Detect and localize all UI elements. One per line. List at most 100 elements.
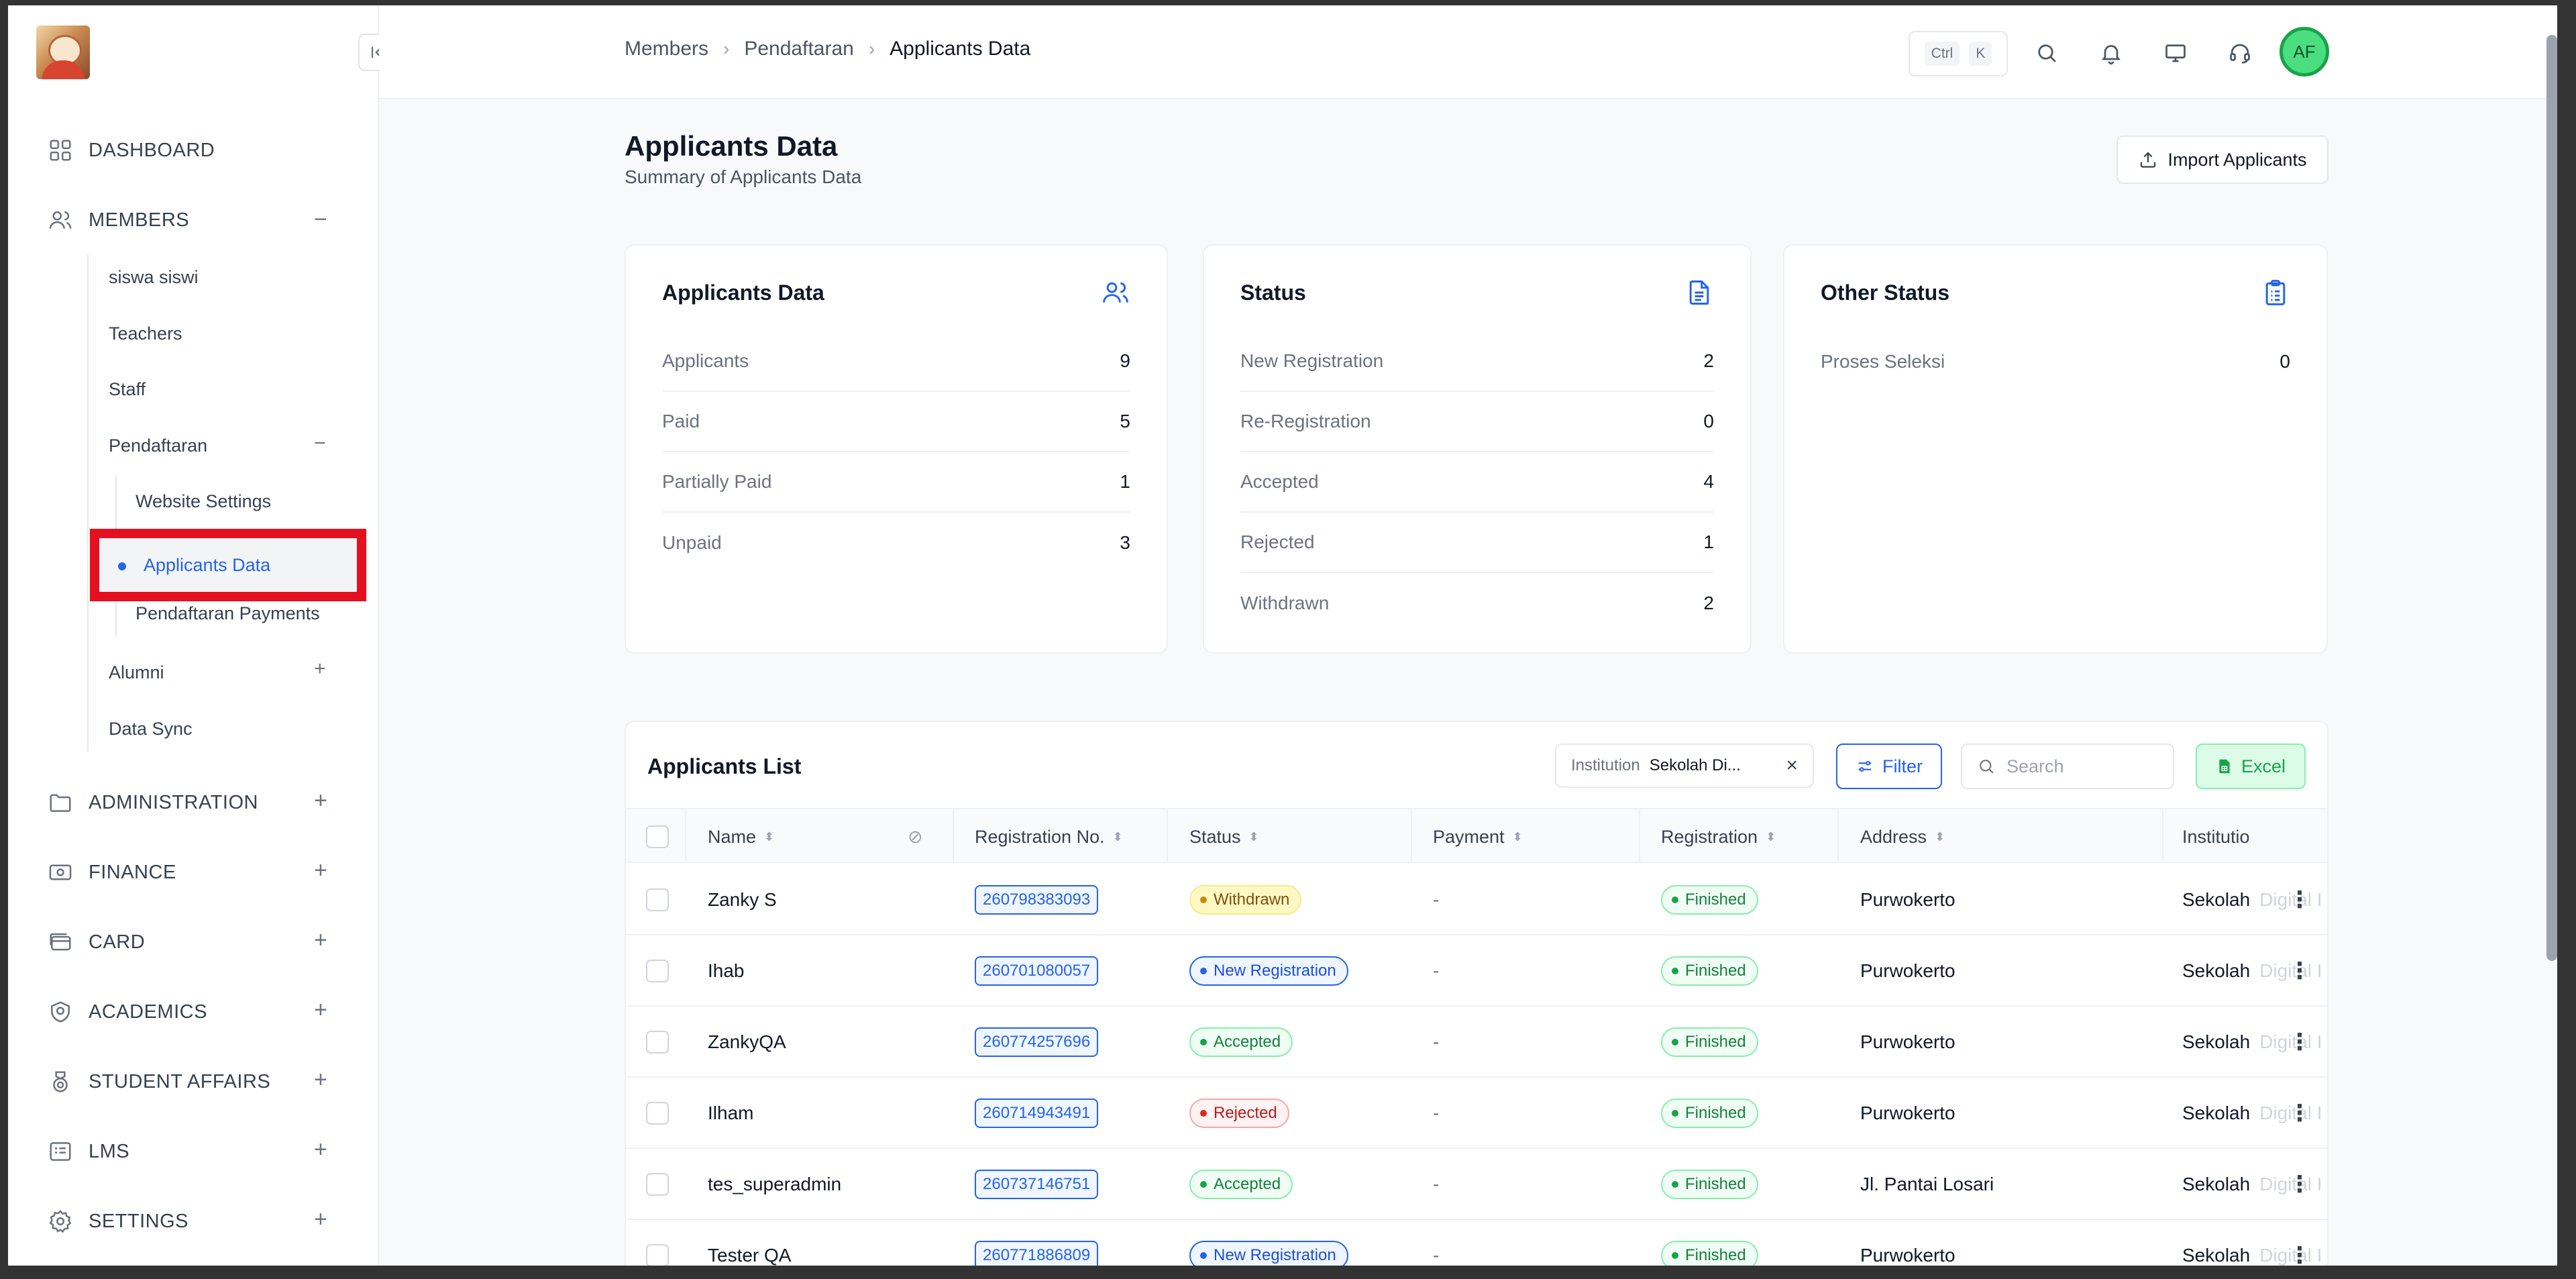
row-actions-icon[interactable]: ⋮ — [2288, 1220, 2311, 1266]
column-header-payment[interactable]: Payment ⬍ — [1433, 809, 1523, 864]
applicant-name[interactable]: Ilham — [708, 1078, 753, 1149]
table-header: Name ⬍ ⊘ Registration No. ⬍ Status ⬍ Paymen… — [626, 808, 2327, 863]
column-header-institution[interactable]: Institutio — [2182, 809, 2250, 864]
stat-value: 1 — [1703, 531, 1714, 552]
sidebar-item-teachers[interactable]: Teachers — [109, 323, 182, 344]
row-actions-icon[interactable]: ⋮ — [2288, 935, 2311, 1007]
row-actions-icon[interactable]: ⋮ — [2288, 1078, 2311, 1149]
status-badge: New Registration — [1189, 956, 1348, 986]
institution-filter-chip[interactable]: Institution Sekolah Di... × — [1555, 744, 1814, 788]
select-all-checkbox[interactable] — [646, 809, 669, 864]
members-collapse-toggle[interactable]: − — [314, 207, 327, 233]
column-header-name[interactable]: Name ⬍ — [708, 809, 774, 864]
stat-row: New Registration 2 — [1240, 331, 1714, 392]
sidebar-item-staff[interactable]: Staff — [109, 379, 146, 400]
row-checkbox[interactable] — [646, 1149, 669, 1220]
row-actions-icon[interactable]: ⋮ — [2288, 1007, 2311, 1078]
user-avatar[interactable]: AF — [2279, 27, 2329, 76]
sidebar-item-student-affairs[interactable]: STUDENT AFFAIRS — [47, 1068, 270, 1095]
card-expand-toggle[interactable]: + — [314, 927, 327, 954]
registration-number[interactable]: 260701080057 — [975, 956, 1099, 986]
import-applicants-button[interactable]: Import Applicants — [2116, 136, 2328, 184]
sidebar-item-data-sync[interactable]: Data Sync — [109, 719, 193, 739]
school-logo[interactable] — [36, 25, 90, 79]
row-checkbox[interactable] — [646, 864, 669, 935]
stat-label: Partially Paid — [662, 471, 772, 492]
search-input[interactable]: Search — [1961, 744, 2174, 789]
table-row[interactable]: ZankyQA 260774257696 Accepted - Finished Purw… — [626, 1007, 2327, 1078]
sidebar-item-academics[interactable]: ACADEMICS — [47, 999, 207, 1025]
sidebar-item-website-settings[interactable]: Website Settings — [136, 491, 271, 512]
row-checkbox[interactable] — [646, 1078, 669, 1149]
row-checkbox[interactable] — [646, 1007, 669, 1078]
column-label: Name — [708, 826, 757, 847]
column-header-registration-no[interactable]: Registration No. ⬍ — [975, 809, 1123, 864]
applicant-name[interactable]: Tester QA — [708, 1220, 791, 1266]
sidebar-item-pendaftaran[interactable]: Pendaftaran — [109, 436, 207, 456]
table-row[interactable]: Ihab 260701080057 New Registration - Finishe… — [626, 935, 2327, 1007]
sidebar-item-administration[interactable]: ADMINISTRATION — [47, 789, 258, 816]
student-affairs-expand-toggle[interactable]: + — [314, 1067, 327, 1093]
page-scrollbar[interactable] — [2546, 35, 2557, 961]
settings-expand-toggle[interactable]: + — [314, 1207, 327, 1233]
pin-off-icon[interactable]: ⊘ — [908, 809, 923, 864]
column-header-status[interactable]: Status ⬍ — [1189, 809, 1259, 864]
sidebar-item-dashboard[interactable]: DASHBOARD — [47, 137, 215, 164]
pendaftaran-collapse-toggle[interactable]: − — [314, 432, 326, 455]
command-palette-shortcut[interactable]: Ctrl K — [1909, 31, 2008, 76]
administration-expand-toggle[interactable]: + — [314, 788, 327, 814]
monitor-icon[interactable] — [2161, 39, 2190, 67]
sort-icon: ⬍ — [1935, 829, 1945, 843]
headset-icon[interactable] — [2226, 39, 2254, 67]
table-row[interactable]: Tester QA 260771886809 New Registration - Fi… — [626, 1220, 2327, 1266]
list-title: Applicants List — [647, 754, 802, 778]
sidebar-item-settings[interactable]: SETTINGS — [47, 1208, 189, 1235]
table-row[interactable]: tes_superadmin 260737146751 Accepted - Finis… — [626, 1149, 2327, 1220]
table-row[interactable]: Zanky S 260798383093 Withdrawn - Finished Pur… — [626, 864, 2327, 935]
registration-number[interactable]: 260774257696 — [975, 1027, 1099, 1057]
filter-button[interactable]: Filter — [1836, 744, 1942, 789]
bell-icon[interactable] — [2097, 39, 2125, 67]
breadcrumb-members[interactable]: Members — [625, 38, 708, 60]
registration-number[interactable]: 260737146751 — [975, 1170, 1099, 1199]
row-checkbox[interactable] — [646, 1220, 669, 1266]
sidebar-item-siswa[interactable]: siswa siswi — [109, 267, 199, 288]
alumni-expand-toggle[interactable]: + — [314, 658, 326, 680]
row-actions-icon[interactable]: ⋮ — [2288, 1149, 2311, 1220]
registration-cell: Finished — [1661, 1078, 1758, 1149]
sidebar-item-pendaftaran-payments[interactable]: Pendaftaran Payments — [136, 603, 320, 624]
address-value: Purwokerto — [1860, 1103, 1955, 1123]
payment-value: - — [1433, 889, 1440, 910]
applicant-name[interactable]: Zanky S — [708, 864, 777, 935]
sidebar-item-members[interactable]: MEMBERS — [47, 207, 189, 234]
close-icon[interactable]: × — [1786, 754, 1798, 777]
search-icon[interactable] — [2033, 39, 2061, 67]
sidebar-item-card[interactable]: CARD — [47, 929, 145, 956]
registration-number[interactable]: 260771886809 — [975, 1241, 1099, 1266]
sidebar-item-lms[interactable]: LMS — [47, 1138, 129, 1165]
sidebar-item-applicants-data[interactable]: Applicants Data — [99, 538, 357, 592]
sidebar-item-alumni[interactable]: Alumni — [109, 662, 164, 683]
applicant-name[interactable]: tes_superadmin — [708, 1149, 841, 1220]
applicants-list-panel: Applicants List Institution Sekolah Di..… — [625, 721, 2328, 1266]
registration-status-badge: Finished — [1661, 1027, 1758, 1057]
applicant-name[interactable]: Ihab — [708, 935, 745, 1007]
table-row[interactable]: Ilham 260714943491 Rejected - Finished Purwok… — [626, 1078, 2327, 1149]
finance-expand-toggle[interactable]: + — [314, 858, 327, 884]
registration-label: Finished — [1685, 962, 1746, 980]
stat-row: Withdrawn 2 — [1240, 573, 1714, 633]
sidebar-item-finance[interactable]: FINANCE — [47, 859, 176, 886]
row-checkbox[interactable] — [646, 935, 669, 1007]
excel-export-button[interactable]: Excel — [2196, 744, 2306, 789]
lms-expand-toggle[interactable]: + — [314, 1137, 327, 1163]
row-actions-icon[interactable]: ⋮ — [2288, 864, 2311, 935]
column-label: Address — [1860, 826, 1927, 847]
filter-label: Filter — [1882, 756, 1923, 776]
column-header-address[interactable]: Address ⬍ — [1860, 809, 1945, 864]
academics-expand-toggle[interactable]: + — [314, 997, 327, 1023]
applicant-name[interactable]: ZankyQA — [708, 1007, 786, 1078]
registration-number[interactable]: 260714943491 — [975, 1098, 1099, 1128]
registration-number[interactable]: 260798383093 — [975, 885, 1099, 915]
breadcrumb-pendaftaran[interactable]: Pendaftaran — [744, 38, 853, 60]
column-header-registration[interactable]: Registration ⬍ — [1661, 809, 1776, 864]
